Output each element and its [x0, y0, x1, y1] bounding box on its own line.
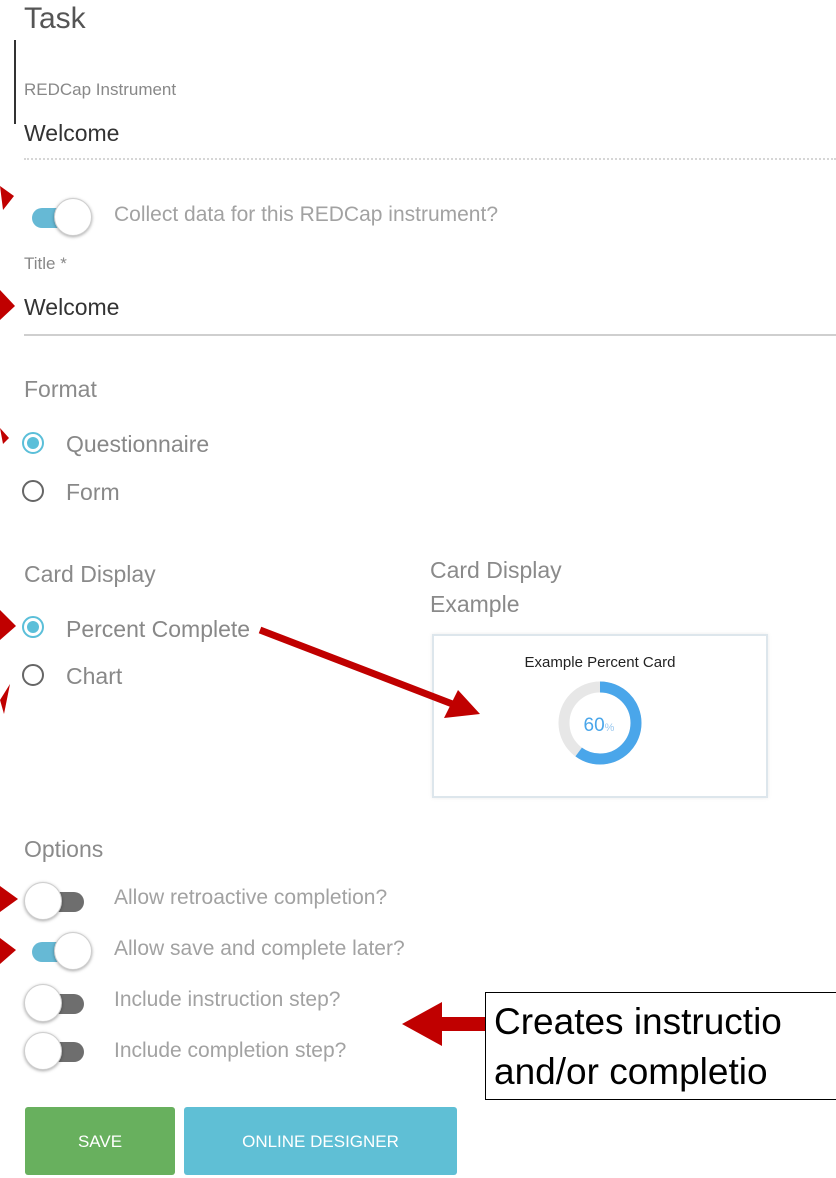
arrow-tip-format — [0, 428, 9, 444]
arrow-tip-collect — [0, 186, 14, 210]
arrow-percent-to-card — [258, 626, 457, 709]
arrow-tip-chart — [0, 684, 10, 714]
arrow-tip-retroactive — [0, 886, 18, 912]
arrow-callout-head — [402, 1002, 442, 1046]
arrow-tip-card-display — [0, 610, 16, 640]
arrow-tip-save-later — [0, 938, 16, 964]
arrow-tip-title — [0, 290, 15, 320]
annotation-arrows — [0, 186, 485, 1046]
arrow-callout-shaft — [438, 1017, 485, 1031]
